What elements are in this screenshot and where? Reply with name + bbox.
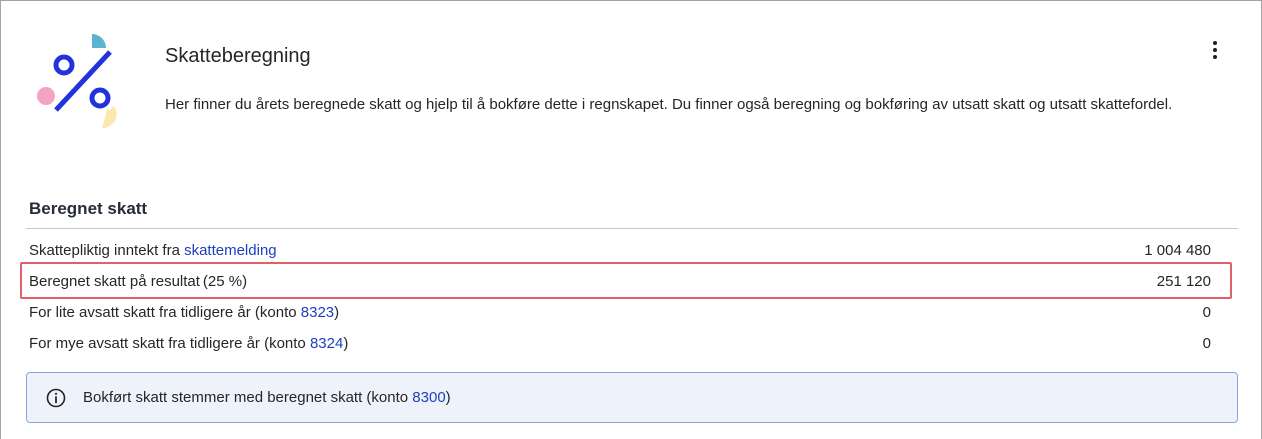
info-alert: Bokført skatt stemmer med beregnet skatt… [26,372,1238,423]
alert-text: Bokført skatt stemmer med beregnet skatt… [83,389,451,406]
table-row-underprovided-tax: For lite avsatt skatt fra tidligere år (… [29,300,1211,324]
more-options-button[interactable] [1202,38,1228,62]
page-title: Skatteberegning [165,45,311,67]
row-label: For lite avsatt skatt fra tidligere år (… [29,303,340,321]
page-description: Her finner du årets beregnede skatt og h… [165,96,1173,113]
skattemelding-link[interactable]: skattemelding [184,242,277,259]
account-8300-link[interactable]: 8300 [412,389,445,406]
account-8324-link[interactable]: 8324 [310,335,343,352]
account-8323-link[interactable]: 8323 [301,304,334,321]
row-label: For mye avsatt skatt fra tidligere år (k… [29,334,349,352]
table-row-overprovided-tax: For mye avsatt skatt fra tidligere år (k… [29,331,1211,355]
highlight-box [20,262,1232,299]
row-label: Skattepliktig inntekt fra skattemelding [29,241,277,259]
section-divider [26,228,1238,229]
row-value: 1 004 480 [1144,241,1211,259]
section-heading: Beregnet skatt [29,199,148,218]
more-vertical-icon [1213,41,1217,45]
info-icon [46,388,66,407]
percent-illustration-icon [37,34,117,128]
row-value: 0 [1202,303,1211,321]
row-value: 0 [1202,334,1211,352]
table-row-taxable-income: Skattepliktig inntekt fra skattemelding … [29,238,1211,262]
